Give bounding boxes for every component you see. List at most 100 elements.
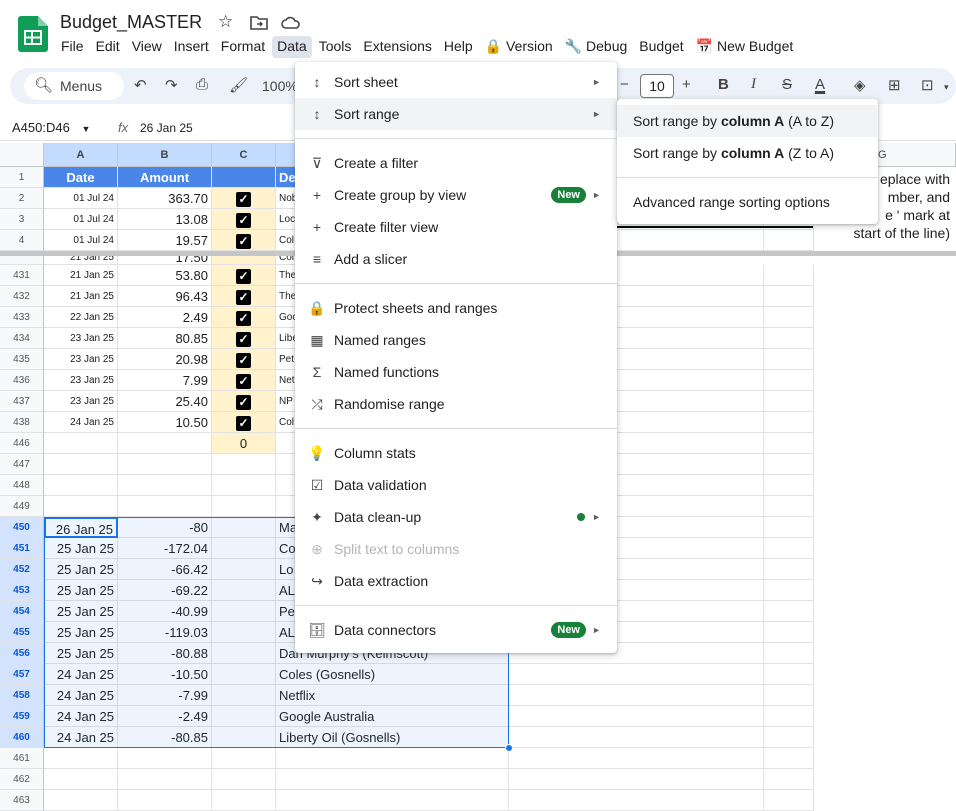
checkbox-cell[interactable]: ✓: [212, 391, 276, 412]
row-number[interactable]: 453: [0, 580, 44, 601]
empty-cell[interactable]: [509, 664, 764, 685]
row-number[interactable]: 437: [0, 391, 44, 412]
empty-cell[interactable]: [44, 790, 118, 811]
date-cell[interactable]: 01 Jul 24: [44, 209, 118, 230]
date-cell[interactable]: 01 Jul 24: [44, 230, 118, 251]
empty-cell[interactable]: [212, 790, 276, 811]
empty-cell[interactable]: [44, 496, 118, 517]
amount-cell[interactable]: 25.40: [118, 391, 212, 412]
checkbox-cell[interactable]: ✓: [212, 265, 276, 286]
text-color-icon[interactable]: A: [815, 76, 825, 93]
empty-cell[interactable]: [509, 727, 764, 748]
amount-cell[interactable]: 13.08: [118, 209, 212, 230]
date-cell[interactable]: 23 Jan 25: [44, 391, 118, 412]
menu-help[interactable]: Help: [439, 36, 478, 58]
menus-search[interactable]: 🔍︎ Menus: [24, 72, 124, 100]
empty-cell[interactable]: [764, 727, 814, 748]
row-number[interactable]: 450: [0, 517, 44, 538]
column-header-b[interactable]: B: [118, 143, 212, 167]
checkbox-cell[interactable]: ✓: [212, 209, 276, 230]
menu-item-column-stats[interactable]: 💡 Column stats: [295, 437, 617, 469]
empty-cell[interactable]: [764, 517, 814, 538]
menu-item-data-clean-up[interactable]: ✦ Data clean-up ►: [295, 501, 617, 533]
formula-input[interactable]: 26 Jan 25: [140, 121, 193, 135]
cloud-status-icon[interactable]: [281, 14, 301, 32]
date-cell[interactable]: 24 Jan 25: [44, 412, 118, 433]
empty-cell[interactable]: [764, 370, 814, 391]
select-all-corner[interactable]: [0, 143, 44, 167]
empty-cell[interactable]: [764, 748, 814, 769]
menu-item-sort-sheet[interactable]: ↕ Sort sheet ►: [295, 66, 617, 98]
row-number[interactable]: 455: [0, 622, 44, 643]
header-date[interactable]: Date: [44, 167, 118, 188]
date-cell[interactable]: 01 Jul 24: [44, 188, 118, 209]
total-cell[interactable]: 0: [212, 433, 276, 454]
menu-budget[interactable]: Budget: [634, 36, 688, 58]
checkbox-cell[interactable]: ✓: [212, 188, 276, 209]
empty-cell[interactable]: [764, 496, 814, 517]
row-number[interactable]: 433: [0, 307, 44, 328]
menu-item-create-filter[interactable]: ⊽ Create a filter: [295, 147, 617, 179]
checkbox-icon[interactable]: ✓: [236, 234, 251, 249]
empty-cell[interactable]: [44, 748, 118, 769]
row-number[interactable]: 435: [0, 349, 44, 370]
row-number[interactable]: 459: [0, 706, 44, 727]
row-number[interactable]: 463: [0, 790, 44, 811]
checkbox-icon[interactable]: ✓: [236, 374, 251, 389]
amount-cell[interactable]: 19.57: [118, 230, 212, 251]
empty-cell[interactable]: [212, 496, 276, 517]
empty-cell[interactable]: [764, 664, 814, 685]
empty-cell[interactable]: [276, 769, 509, 790]
empty-cell[interactable]: [764, 349, 814, 370]
row-number[interactable]: 446: [0, 433, 44, 454]
row-number[interactable]: 451: [0, 538, 44, 559]
checkbox-icon[interactable]: ✓: [236, 395, 251, 410]
sort-z-to-a-option[interactable]: Sort range by column A (Z to A): [617, 137, 878, 169]
amount-cell[interactable]: 96.43: [118, 286, 212, 307]
amount-cell[interactable]: 7.99: [118, 370, 212, 391]
empty-cell[interactable]: [764, 433, 814, 454]
row-number[interactable]: 462: [0, 769, 44, 790]
menu-item-data-connectors[interactable]: 🗄 Data connectors New ►: [295, 614, 617, 646]
row-number[interactable]: 2: [0, 188, 44, 209]
row-number[interactable]: 461: [0, 748, 44, 769]
row-number[interactable]: 1: [0, 167, 44, 188]
menu-format[interactable]: Format: [216, 36, 270, 58]
menu-insert[interactable]: Insert: [169, 36, 214, 58]
empty-cell[interactable]: [118, 454, 212, 475]
fill-color-icon[interactable]: ◈: [854, 76, 866, 94]
empty-cell[interactable]: [764, 328, 814, 349]
amount-cell[interactable]: 10.50: [118, 412, 212, 433]
empty-cell[interactable]: [764, 538, 814, 559]
empty-cell[interactable]: [118, 496, 212, 517]
menu-file[interactable]: File: [56, 36, 89, 58]
empty-cell[interactable]: [276, 790, 509, 811]
header-checkbox[interactable]: [212, 167, 276, 188]
menu-item-create-group-by-view[interactable]: + Create group by view New ►: [295, 179, 617, 211]
paint-format-icon[interactable]: 🖌︎: [229, 76, 248, 94]
empty-cell[interactable]: [764, 265, 814, 286]
row-number[interactable]: 436: [0, 370, 44, 391]
column-header-a[interactable]: A: [44, 143, 118, 167]
menu-data[interactable]: Data: [272, 36, 312, 58]
menu-item-add-slicer[interactable]: ≡ Add a slicer: [295, 243, 617, 275]
checkbox-icon[interactable]: ✓: [236, 290, 251, 305]
empty-cell[interactable]: [212, 769, 276, 790]
empty-cell[interactable]: [118, 433, 212, 454]
row-number[interactable]: 431: [0, 265, 44, 286]
menu-new-budget[interactable]: 📅 New Budget: [691, 36, 799, 58]
row-number[interactable]: 448: [0, 475, 44, 496]
row-number[interactable]: 432: [0, 286, 44, 307]
row-number[interactable]: 438: [0, 412, 44, 433]
empty-cell[interactable]: [212, 748, 276, 769]
date-cell[interactable]: 22 Jan 25: [44, 307, 118, 328]
document-title[interactable]: Budget_MASTER: [60, 12, 202, 33]
bold-icon[interactable]: B: [718, 76, 729, 93]
row-number[interactable]: 452: [0, 559, 44, 580]
empty-cell[interactable]: [509, 769, 764, 790]
merge-cells-icon[interactable]: ⊡: [921, 76, 934, 94]
undo-icon[interactable]: ↶: [134, 76, 147, 94]
empty-cell[interactable]: [764, 559, 814, 580]
header-amount[interactable]: Amount: [118, 167, 212, 188]
empty-cell[interactable]: [764, 391, 814, 412]
